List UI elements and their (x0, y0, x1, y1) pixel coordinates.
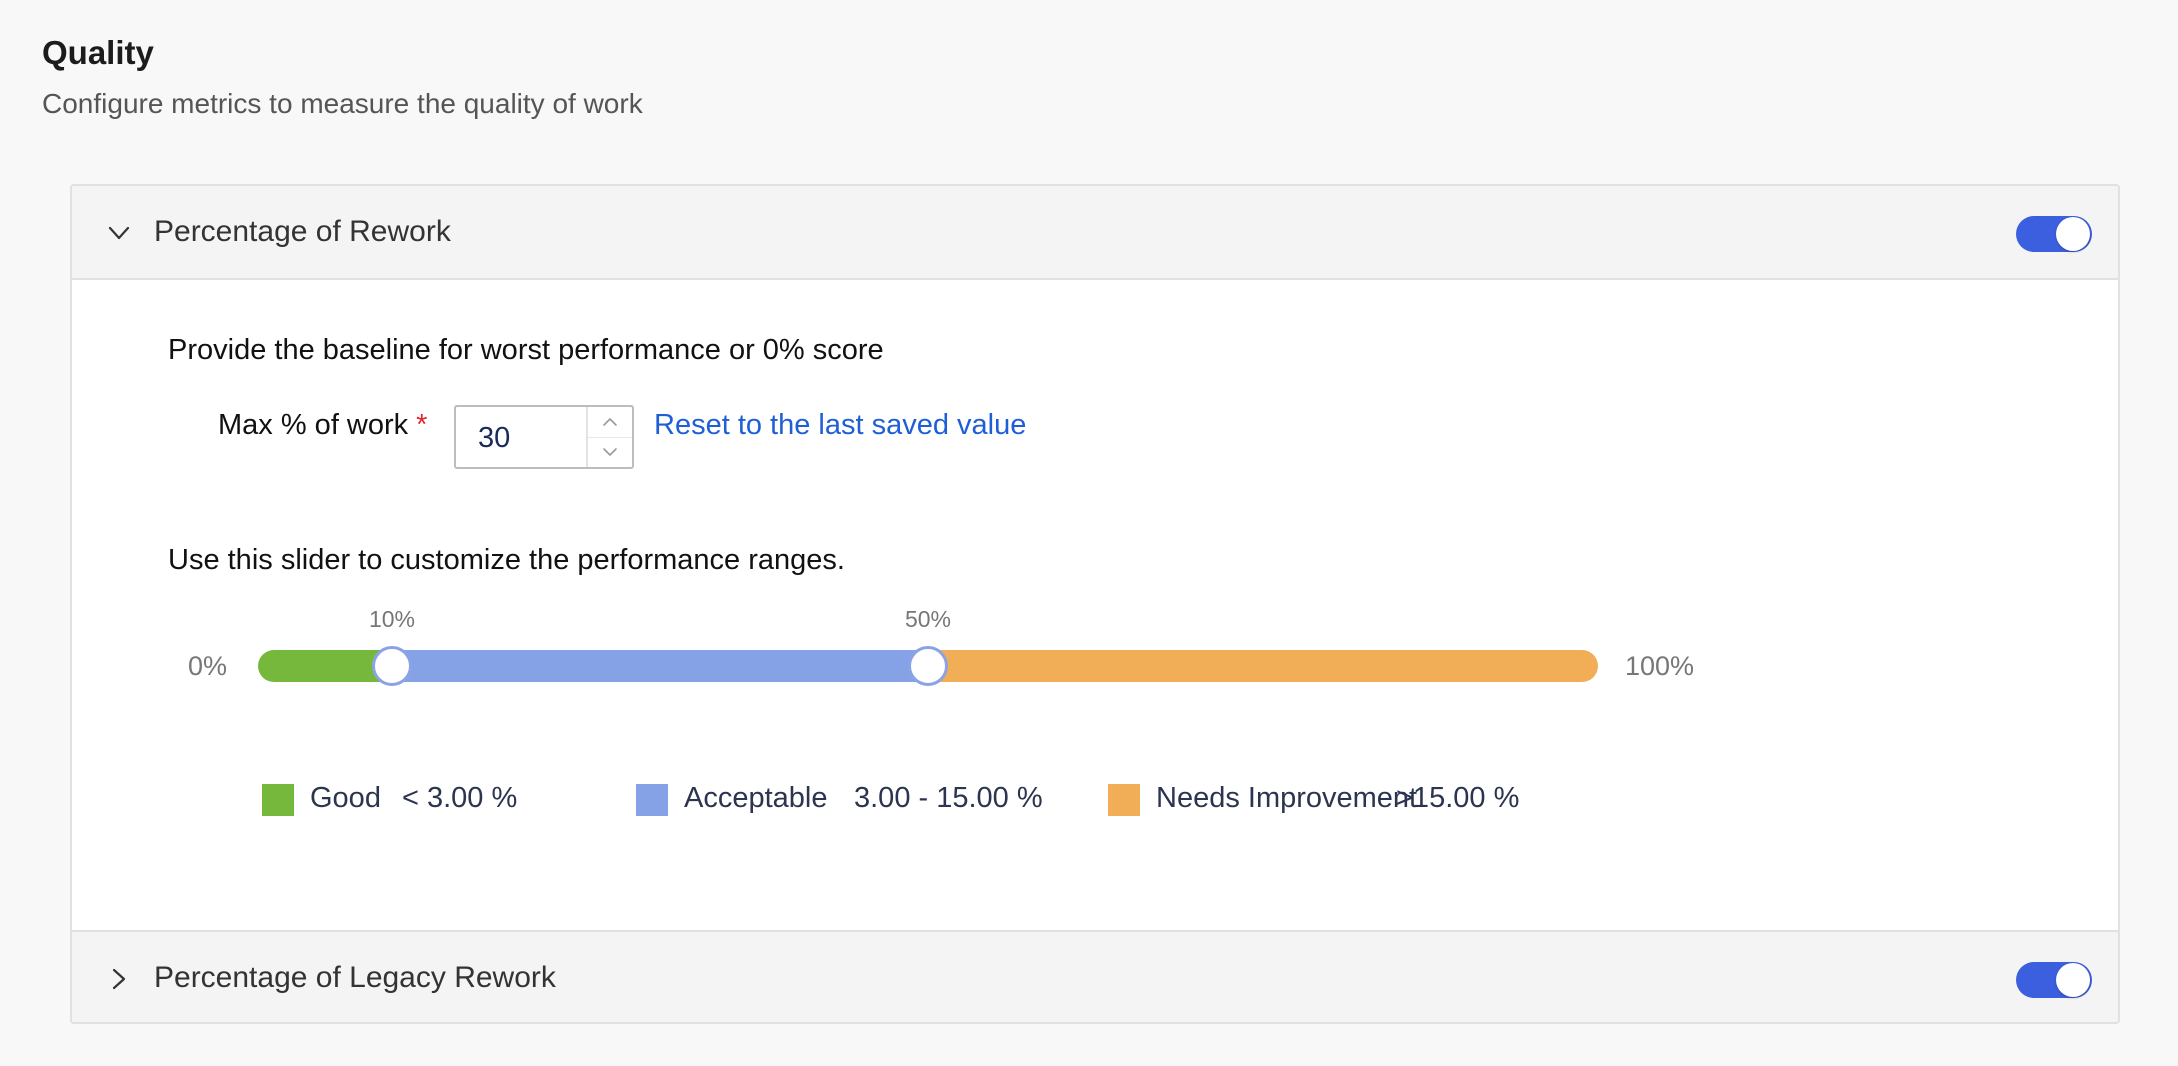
toggle-knob (2056, 963, 2090, 997)
legend-name: Needs Improvement (1156, 782, 1418, 814)
section-header-legacy-rework[interactable]: Percentage of Legacy Rework (72, 930, 2118, 1022)
legend-range: 3.00 - 15.00 % (854, 782, 1043, 814)
legend-name: Good (310, 782, 381, 814)
handle-1-label: 10% (368, 606, 416, 632)
slider-min-label: 0% (188, 651, 228, 681)
step-up-button[interactable] (588, 407, 632, 438)
required-marker: * (416, 409, 428, 441)
reset-link[interactable]: Reset to the last saved value (654, 405, 1026, 445)
quantity-stepper (586, 407, 632, 467)
slider-instruction: Use this slider to customize the perform… (168, 544, 845, 576)
handle-2-label: 50% (904, 606, 952, 632)
page-title: Quality (42, 34, 154, 71)
max-work-label-text: Max % of work (218, 409, 409, 441)
rework-enabled-toggle[interactable] (2016, 216, 2092, 252)
legend-swatch-acceptable (636, 784, 668, 816)
slider-max-label: 100% (1625, 651, 1695, 681)
legend-range: >15.00 % (1396, 782, 1520, 814)
track-segment-acceptable (392, 650, 928, 682)
metrics-panel: Percentage of Rework Provide the baselin… (70, 184, 2120, 1024)
chevron-right-icon[interactable] (102, 962, 136, 996)
chevron-down-small-icon (603, 448, 617, 456)
chevron-down-icon[interactable] (102, 216, 136, 250)
legend-swatch-good (262, 784, 294, 816)
slider-handle-low[interactable] (372, 646, 412, 686)
section-title: Percentage of Legacy Rework (154, 961, 556, 994)
chevron-up-icon (603, 418, 617, 426)
legacy-rework-enabled-toggle[interactable] (2016, 962, 2092, 998)
step-down-button[interactable] (588, 437, 632, 467)
legend-name: Acceptable (684, 782, 828, 814)
max-work-value[interactable]: 30 (478, 419, 510, 457)
max-work-input[interactable]: 30 (454, 405, 634, 469)
max-work-label: Max % of work * (218, 405, 427, 445)
toggle-knob (2056, 217, 2090, 251)
track-segment-needs-improvement (928, 650, 1598, 682)
legend-swatch-needs-improvement (1108, 784, 1140, 816)
slider-handle-high[interactable] (908, 646, 948, 686)
page-subtitle: Configure metrics to measure the quality… (42, 88, 643, 119)
legend-range: < 3.00 % (402, 782, 518, 814)
section-header-rework[interactable]: Percentage of Rework (72, 186, 2118, 280)
baseline-instruction: Provide the baseline for worst performan… (168, 334, 884, 366)
section-title: Percentage of Rework (154, 215, 451, 248)
